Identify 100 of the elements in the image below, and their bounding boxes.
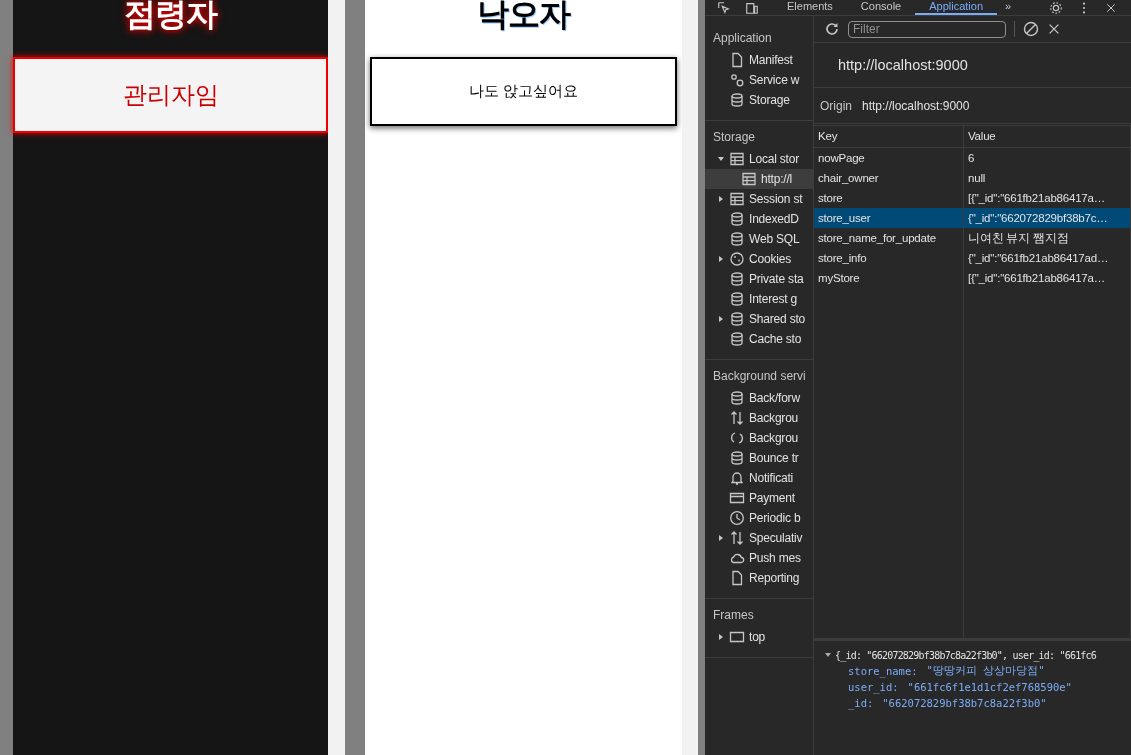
sidebar-item[interactable]: Session st [705,189,813,209]
table-row[interactable]: store_info {"_id":"661fb21ab86417ad… [814,248,1131,268]
database-icon [729,291,745,307]
filter-field[interactable]: Filter [848,20,1006,38]
sidebar-item[interactable]: Notificati [705,468,813,488]
database-icon [729,450,745,466]
expand-arrow-icon[interactable] [717,315,725,323]
sidebar-item[interactable]: IndexedD [705,209,813,229]
scrollbar[interactable] [328,0,345,755]
database-icon [729,211,745,227]
key-cell: store_name_for_update [814,228,964,248]
key-cell: nowPage [814,148,964,168]
sit-button[interactable]: 나도 앉고싶어요 [370,57,677,126]
close-icon[interactable] [1047,22,1061,36]
database-icon [729,331,745,347]
inspect-icon[interactable] [717,0,731,15]
sidebar-item[interactable]: Speculativ [705,528,813,548]
table-row[interactable]: store_name_for_update 니여친 뷰지 쨈지점 [814,228,1131,248]
resize-handle[interactable] [698,0,705,755]
value-cell: 6 [964,148,1131,168]
expand-arrow-icon[interactable] [717,195,725,203]
sidebar-item[interactable]: Shared sto [705,309,813,329]
sidebar-item[interactable]: Cookies [705,249,813,269]
table-icon [729,151,745,167]
page-title: 점령자 [124,0,217,32]
database-icon [729,92,745,108]
expand-arrow-icon[interactable] [717,255,725,263]
file-icon [729,570,745,586]
sidebar-item[interactable]: Cache sto [705,329,813,349]
sidebar-item[interactable]: Interest g [705,289,813,309]
sidebar-item[interactable]: Service w [705,70,813,90]
object-summary: {_id: "662072829bf38b7c8a22f3b0", user_id: "661fc6 [835,649,1097,661]
key-cell: store_user [814,208,964,228]
origin-value: http://localhost:9000 [862,98,970,113]
sidebar-item[interactable]: Backgrou [705,428,813,448]
sidebar-item[interactable]: http://l [705,169,813,189]
admin-button[interactable]: 관리자임 [13,57,328,133]
expand-arrow-icon[interactable] [717,534,725,542]
sidebar-item[interactable]: Local stor [705,149,813,169]
key-cell: myStore [814,268,964,288]
table-icon [741,171,757,187]
value-cell: [{"_id":"661fb21ab86417a… [964,268,1131,288]
refresh-icon[interactable] [824,21,840,37]
sidebar-item[interactable]: Payment [705,488,813,508]
scrollbar[interactable] [682,0,698,755]
sidebar-item[interactable]: Periodic b [705,508,813,528]
clock-icon [729,510,745,526]
devtools-tab[interactable]: Application [915,0,998,15]
bell-icon [729,470,745,486]
database-icon [729,231,745,247]
table-icon [729,191,745,207]
database-icon [729,390,745,406]
up-down-arrows-icon [729,410,745,426]
more-tabs-button[interactable]: » [997,0,1020,15]
devtools-tab[interactable]: Console [846,0,916,15]
column-header[interactable]: Key [814,126,964,147]
origin-heading: http://localhost:9000 [838,57,968,73]
column-header[interactable]: Value [964,126,1131,147]
devtools-tab[interactable]: Elements [773,0,847,15]
value-cell: 니여친 뷰지 쨈지점 [964,228,1131,248]
value-cell: {"_id":"661fb21ab86417ad… [964,248,1131,268]
card-icon [729,490,745,506]
sidebar-item[interactable]: top [705,627,813,647]
value-cell: null [964,168,1131,188]
property-key: store_name: [848,665,918,677]
property-value: "땅땅커피 상상마당점" [926,664,1045,678]
table-row[interactable]: myStore [{"_id":"661fb21ab86417a… [814,268,1131,288]
device-icon[interactable] [745,0,759,15]
sidebar-item[interactable]: Web SQL [705,229,813,249]
section-heading: Storage [712,129,757,146]
expand-arrow-icon[interactable] [717,633,725,641]
collapse-arrow-icon[interactable] [824,651,832,659]
page-title: 낙오자 [477,0,570,32]
sidebar-item[interactable]: Storage [705,90,813,110]
property-value: "662072829bf38b7c8a22f3b0" [882,697,1047,709]
sidebar-item[interactable]: Reporting [705,568,813,588]
sidebar-item[interactable]: Private sta [705,269,813,289]
sidebar-item[interactable]: Manifest [705,50,813,70]
section-heading: Background servi [712,368,807,385]
section-heading: Application [712,30,773,47]
property-key: user_id: [848,681,899,693]
collapse-arrow-icon[interactable] [717,155,725,163]
sidebar-item[interactable]: Push mes [705,548,813,568]
table-row[interactable]: store_user {"_id":"662072829bf38b7c… [814,208,1131,228]
table-row[interactable]: nowPage 6 [814,148,1131,168]
frame-icon [729,629,745,645]
cookie-icon [729,251,745,267]
sidebar-item[interactable]: Bounce tr [705,448,813,468]
file-icon [729,52,745,68]
sidebar-item[interactable]: Back/forw [705,388,813,408]
section-heading: Frames [712,607,755,624]
sidebar-item[interactable]: Backgrou [705,408,813,428]
table-row[interactable]: chair_owner null [814,168,1131,188]
property-key: _id: [848,697,874,709]
up-down-arrows-icon [729,530,745,546]
key-cell: chair_owner [814,168,964,188]
close-icon[interactable] [1105,1,1117,14]
settings-icon[interactable] [1049,0,1063,15]
property-value: "661fc6f1e1d1cf2ef768590e" [907,681,1072,693]
block-icon[interactable] [1023,21,1039,37]
